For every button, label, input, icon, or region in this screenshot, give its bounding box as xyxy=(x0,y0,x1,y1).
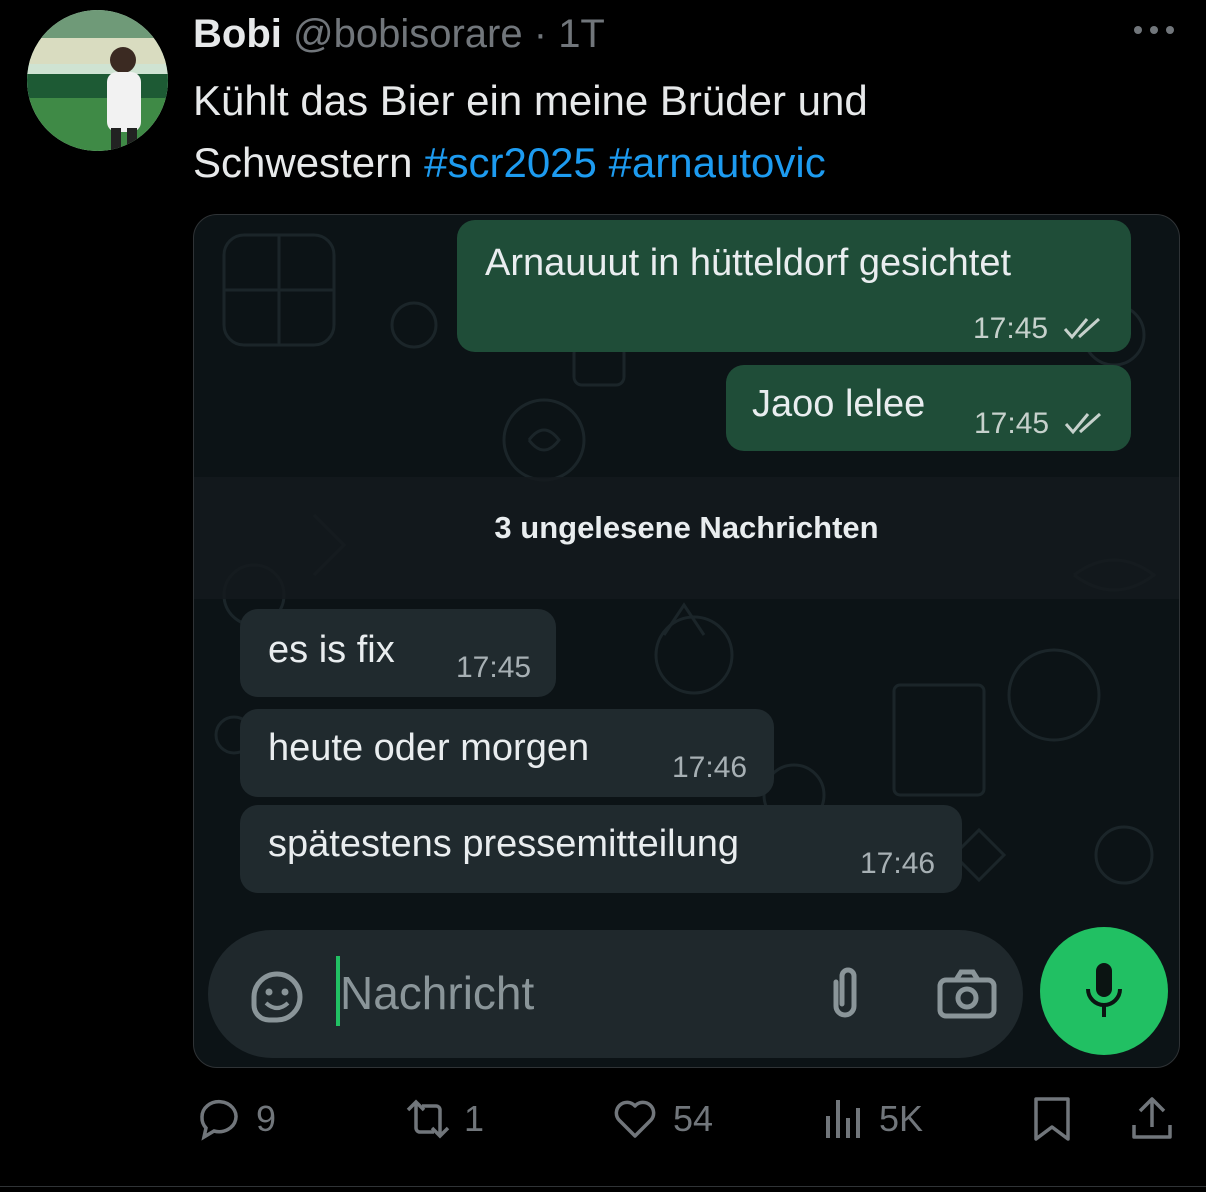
hashtag-scr2025[interactable]: #scr2025 xyxy=(424,139,597,186)
message-time: 17:45 xyxy=(973,312,1049,345)
message-text: Arnauuut in hütteldorf gesichtet xyxy=(485,242,1012,284)
repost-button[interactable]: 1 xyxy=(400,1095,484,1143)
message-time: 17:45 xyxy=(456,651,532,684)
attached-chat-image[interactable]: Arnauuut in hütteldorf gesichtet 17:45 J… xyxy=(193,214,1180,1068)
like-count: 54 xyxy=(673,1098,714,1139)
divider xyxy=(0,1186,1206,1187)
incoming-message[interactable]: spätestens pressemitteilung 17:46 xyxy=(240,805,962,893)
tweet-time[interactable]: 1T xyxy=(558,12,605,56)
separator-dot: · xyxy=(533,12,548,56)
double-check-icon xyxy=(1064,412,1102,435)
repost-icon xyxy=(406,1099,450,1139)
mic-button[interactable] xyxy=(1040,927,1168,1055)
reply-icon xyxy=(200,1099,238,1141)
message-text: Jaoo lelee xyxy=(752,383,926,425)
message-text: spätestens pressemitteilung xyxy=(268,823,740,865)
message-time: 17:46 xyxy=(672,751,748,784)
view-count: 5K xyxy=(879,1098,924,1139)
views-icon xyxy=(826,1100,860,1138)
repost-count: 1 xyxy=(464,1098,485,1139)
message-time: 17:46 xyxy=(860,847,936,880)
message-text: heute oder morgen xyxy=(268,727,590,769)
heart-icon xyxy=(614,1100,656,1138)
share-button[interactable] xyxy=(1130,1095,1174,1143)
unread-label: 3 ungelesene Nachrichten xyxy=(494,510,879,545)
bookmark-button[interactable] xyxy=(1032,1095,1072,1143)
reply-count: 9 xyxy=(256,1098,277,1139)
input-placeholder: Nachricht xyxy=(340,967,535,1019)
more-options-icon[interactable] xyxy=(1132,20,1176,40)
double-check-icon xyxy=(1063,317,1101,340)
bookmark-icon xyxy=(1034,1097,1070,1141)
message-text: es is fix xyxy=(268,629,395,671)
reply-button[interactable]: 9 xyxy=(196,1095,276,1143)
incoming-message[interactable]: es is fix 17:45 xyxy=(240,609,556,697)
like-button[interactable]: 54 xyxy=(611,1095,713,1143)
outgoing-message[interactable]: Arnauuut in hütteldorf gesichtet 17:45 xyxy=(457,220,1131,352)
views-button[interactable]: 5K xyxy=(823,1095,923,1143)
hashtag-arnautovic[interactable]: #arnautovic xyxy=(609,139,826,186)
avatar[interactable] xyxy=(27,10,168,151)
incoming-message[interactable]: heute oder morgen 17:46 xyxy=(240,709,774,797)
attach-icon[interactable] xyxy=(820,962,870,1022)
author-name[interactable]: Bobi xyxy=(193,12,282,56)
author-handle[interactable]: @bobisorare xyxy=(293,12,523,56)
message-time: 17:45 xyxy=(974,407,1050,440)
share-icon xyxy=(1132,1097,1172,1139)
avatar-photo xyxy=(27,10,168,151)
camera-icon[interactable] xyxy=(936,968,998,1020)
outgoing-message[interactable]: Jaoo lelee 17:45 xyxy=(726,365,1131,451)
mic-icon xyxy=(1086,963,1122,1017)
message-input[interactable]: Nachricht xyxy=(208,930,1023,1058)
sticker-icon[interactable] xyxy=(248,968,306,1026)
tweet-text: Kühlt das Bier ein meine Brüder und Schw… xyxy=(193,70,1093,194)
tweet-header: Bobi @bobisorare · 1T xyxy=(193,10,605,58)
